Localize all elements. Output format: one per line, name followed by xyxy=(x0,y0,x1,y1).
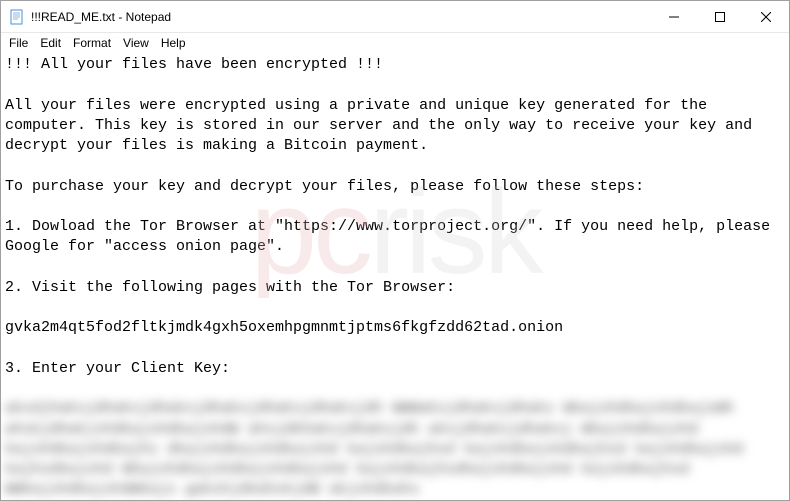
titlebar[interactable]: !!!READ_ME.txt - Notepad xyxy=(1,1,789,33)
text-line: 3. Enter your Client Key: xyxy=(5,360,230,377)
text-line: To purchase your key and decrypt your fi… xyxy=(5,178,644,195)
text-line: !!! All your files have been encrypted !… xyxy=(5,56,383,73)
maximize-button[interactable] xyxy=(697,1,743,32)
text-line: 1. Dowload the Tor Browser at "https://w… xyxy=(5,218,779,255)
menubar: File Edit Format View Help xyxy=(1,33,789,53)
notepad-icon xyxy=(9,9,25,25)
close-button[interactable] xyxy=(743,1,789,32)
window-title: !!!READ_ME.txt - Notepad xyxy=(31,10,651,24)
notepad-window: !!!READ_ME.txt - Notepad File Edit Forma… xyxy=(0,0,790,501)
text-area[interactable]: pcrisk!!! All your files have been encry… xyxy=(1,53,789,500)
minimize-button[interactable] xyxy=(651,1,697,32)
window-controls xyxy=(651,1,789,32)
text-line: All your files were encrypted using a pr… xyxy=(5,97,761,155)
menu-edit[interactable]: Edit xyxy=(34,35,67,51)
menu-format[interactable]: Format xyxy=(67,35,117,51)
menu-file[interactable]: File xyxy=(3,35,34,51)
menu-help[interactable]: Help xyxy=(155,35,192,51)
text-line: gvka2m4qt5fod2fltkjmdk4gxh5oxemhpgmnmtjp… xyxy=(5,319,563,336)
text-line: 2. Visit the following pages with the To… xyxy=(5,279,455,296)
menu-view[interactable]: View xyxy=(117,35,155,51)
blurred-client-key: aksdjhaksjdhaksjdhaksjdhaksjdhaksjdhaksj… xyxy=(5,400,752,498)
